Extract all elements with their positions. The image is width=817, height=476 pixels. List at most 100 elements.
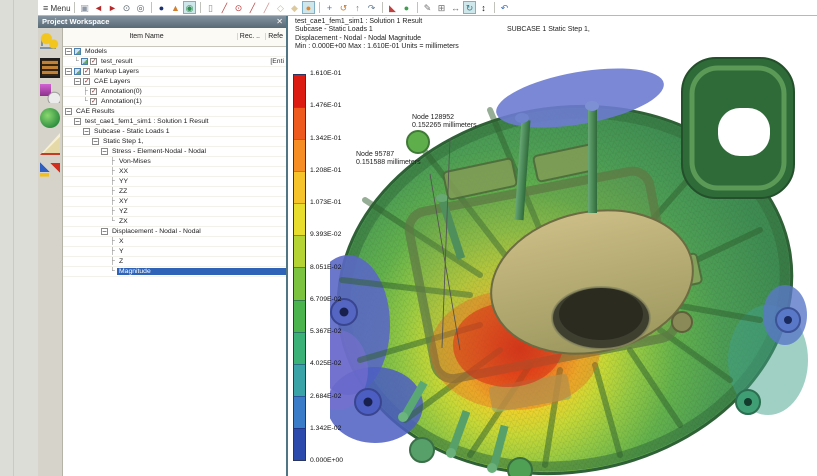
close-icon[interactable]: ✕ [276,16,283,28]
facet-icon[interactable]: ◆ [288,1,301,14]
tree-row[interactable]: └✓Annotation(1) [63,97,286,107]
toolbar-separator [200,2,201,13]
toolbar-separator [417,2,418,13]
undo-icon[interactable]: ↶ [498,1,511,14]
tree-row[interactable]: −✓Markup Layers [63,67,286,77]
tree-row[interactable]: −test_cae1_fem1_sim1 : Solution 1 Result [63,117,286,127]
assembly-icon[interactable]: ▲ [169,1,182,14]
tree-row[interactable]: ├✓Annotation(0) [63,87,286,97]
tree-line: └ [110,268,117,275]
toolbar-separator [151,2,152,13]
node-annotation[interactable]: Node 128952 0.152265 millimeters [412,114,477,131]
animation-icon[interactable] [40,58,60,78]
collapse-icon[interactable]: − [101,148,108,155]
tree-row[interactable]: −CAE Results [63,107,286,117]
sketch-line2-icon[interactable]: ╱ [246,1,259,14]
pan-icon[interactable]: + [323,1,336,14]
tag-icon[interactable]: ▯ [204,1,217,14]
tree-row[interactable]: −✓CAE Layers [63,77,286,87]
rotate-icon[interactable]: ↺ [337,1,350,14]
collapse-icon[interactable]: − [65,108,72,115]
post-view-icon[interactable] [40,33,60,53]
tree-row[interactable]: ├XX [63,167,286,177]
part-icon[interactable] [74,68,81,75]
collapse-icon[interactable]: − [101,228,108,235]
sphere-icon[interactable]: ● [155,1,168,14]
legend-value: 2.684E-02 [310,393,365,400]
tree-row[interactable]: −Displacement - Nodal - Nodal [63,227,286,237]
fit-view-icon[interactable]: ↔ [449,1,462,14]
hamburger-icon: ≡ [43,3,48,13]
legend-band [294,396,305,428]
sketch-circle-icon[interactable]: ⊙ [232,1,245,14]
part-icon[interactable] [81,58,88,65]
tree-row-label: XY [117,198,130,205]
screenshot-icon[interactable]: ▣ [78,1,91,14]
tree-row[interactable]: ├X [63,237,286,247]
tree-line: ├ [83,88,90,95]
tree-row[interactable]: ├Z [63,257,286,267]
earth-icon[interactable]: ● [400,1,413,14]
tree-row[interactable]: −Subcase - Static Loads 1 [63,127,286,137]
column-item-name[interactable]: Item Name [63,33,230,40]
collapse-icon[interactable]: − [65,48,72,55]
checkbox-icon[interactable]: ✓ [90,98,97,105]
section-icon[interactable]: ◣ [386,1,399,14]
collapse-icon[interactable]: − [92,138,99,145]
point-icon[interactable]: ● [302,1,315,14]
tree-row[interactable]: ├XY [63,197,286,207]
panel-title: Project Workspace [42,17,109,26]
checkbox-icon[interactable]: ✓ [83,68,90,75]
tree-row[interactable]: └✓test_result[Enti [63,57,286,67]
maximize-icon[interactable]: ⊞ [435,1,448,14]
refresh-icon[interactable]: ↻ [463,1,476,14]
tree-row[interactable]: ├Y [63,247,286,257]
tree-row[interactable]: ├YY [63,177,286,187]
zoom-icon[interactable]: ⊙ [120,1,133,14]
collapse-icon[interactable]: − [74,118,81,125]
collapse-icon[interactable]: − [83,128,90,135]
tree-row[interactable]: └Magnitude [63,267,286,277]
sketch-line-icon[interactable]: ╱ [218,1,231,14]
annotation-icon[interactable] [40,133,60,155]
history-icon[interactable] [40,83,60,103]
edit-region-icon[interactable]: ✎ [421,1,434,14]
graphics-viewport[interactable]: test_cae1_fem1_sim1 : Solution 1 Result … [290,16,817,476]
legend-value: 1.342E-02 [310,425,365,432]
legend-value: 6.709E-02 [310,296,365,303]
column-refe[interactable]: Refe [265,33,283,40]
menu-button[interactable]: ≡ Menu [43,3,71,13]
tree-row[interactable]: −Stress - Element-Nodal - Nodal [63,147,286,157]
outer-margin [0,0,38,476]
tree-row[interactable]: └ZX [63,217,286,227]
collapse-icon[interactable]: − [74,78,81,85]
legend-value: 1.073E-01 [310,199,365,206]
tree-row[interactable]: ├Von-Mises [63,157,286,167]
tree-row[interactable]: ├YZ [63,207,286,217]
prev-marker-icon[interactable]: ◄ [92,1,105,14]
part-icon[interactable] [74,48,81,55]
binoculars-icon[interactable]: ◎ [134,1,147,14]
arrow-up-icon[interactable]: ↑ [351,1,364,14]
checkbox-icon[interactable]: ✓ [90,88,97,95]
tree-line: └ [83,98,90,105]
update-results-icon[interactable] [40,108,60,128]
rendering-globe-icon[interactable]: ◉ [183,1,196,14]
orbit-icon[interactable]: ↷ [365,1,378,14]
height-icon[interactable]: ↕ [477,1,490,14]
vector-plot-icon[interactable] [40,160,60,180]
checkbox-icon[interactable]: ✓ [83,78,90,85]
column-rec[interactable]: Rec. .. [237,33,260,40]
legend-band [294,428,305,460]
node-annotation[interactable]: Node 95787 0.151588 millimeters [356,151,421,168]
fea-model-render[interactable] [330,50,817,476]
collapse-icon[interactable]: − [65,68,72,75]
tree-row[interactable]: −Static Step 1, [63,137,286,147]
sketch-line3-icon[interactable]: ╱ [260,1,273,14]
tree-row[interactable]: −Models [63,47,286,57]
surface-icon[interactable]: ◇ [274,1,287,14]
tree-row[interactable]: ├ZZ [63,187,286,197]
panel-titlebar[interactable]: Project Workspace ✕ [38,16,286,28]
checkbox-icon[interactable]: ✓ [90,58,97,65]
next-marker-icon[interactable]: ► [106,1,119,14]
